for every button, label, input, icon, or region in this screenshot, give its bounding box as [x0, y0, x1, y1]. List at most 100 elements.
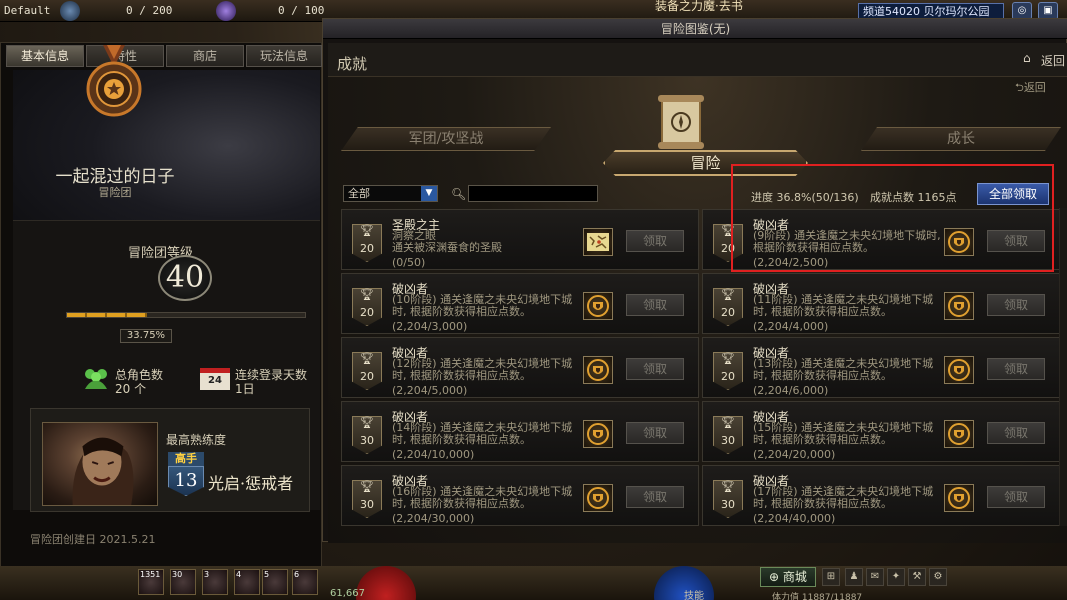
- achievement-progress: (2,204/5,000): [392, 384, 468, 397]
- achievement-card[interactable]: 🏆︎ 30 破凶者 (17阶段) 通关逢魔之未央幻境地下城时, 根据阶数获得相应点数。…: [702, 465, 1060, 526]
- status-readout: 体力值 11887/11887: [772, 593, 863, 600]
- tab-gameplay-info[interactable]: 玩法信息: [246, 45, 322, 67]
- shield-icon[interactable]: [944, 484, 974, 512]
- player-label: Default: [4, 4, 51, 17]
- quick-slot-count: 1351: [140, 570, 161, 579]
- quick-slot-count: 5: [264, 570, 270, 579]
- achievement-level: 20: [360, 306, 374, 319]
- search-input[interactable]: [468, 185, 598, 202]
- mail-icon[interactable]: ✉: [866, 568, 884, 586]
- achievement-level: 20: [721, 370, 735, 383]
- claim-button[interactable]: 领取: [987, 422, 1045, 444]
- claim-button[interactable]: 领取: [626, 294, 684, 316]
- quick-slot-count: 4: [236, 570, 242, 579]
- claim-button[interactable]: 领取: [987, 486, 1045, 508]
- chevron-down-icon[interactable]: ▼: [421, 186, 437, 201]
- rank-badge: 高手: [168, 452, 204, 466]
- map-icon[interactable]: [583, 228, 613, 256]
- achievement-progress: (2,204/30,000): [392, 512, 475, 525]
- claim-button[interactable]: 领取: [626, 230, 684, 252]
- achievement-progress: (2,204/40,000): [753, 512, 836, 525]
- claim-button[interactable]: 领取: [626, 486, 684, 508]
- character-portrait: [42, 422, 158, 506]
- trophy-icon: 🏆︎: [360, 480, 374, 493]
- achievement-level: 20: [360, 242, 374, 255]
- reward-shield-icon: [587, 487, 609, 509]
- level-value: 40: [158, 255, 212, 301]
- achievement-desc: (16阶段) 通关逢魔之未央幻境地下城时, 根据阶数获得相应点数。: [392, 485, 573, 510]
- stamina-orb-icon: [60, 1, 80, 21]
- skill-button[interactable]: 技能: [684, 587, 704, 600]
- achievement-card[interactable]: 🏆︎ 30 破凶者 (16阶段) 通关逢魔之未央幻境地下城时, 根据阶数获得相应点数。…: [341, 465, 699, 526]
- login-days-value: 1日: [235, 382, 255, 396]
- achievement-level: 30: [721, 434, 735, 447]
- reward-map-icon: [587, 233, 609, 251]
- quick-slot-count: 30: [172, 570, 183, 579]
- achievement-card[interactable]: 🏆︎ 20 破凶者 (12阶段) 通关逢魔之未央幻境地下城时, 根据阶数获得相应点数。…: [341, 337, 699, 398]
- highlight-box: [731, 164, 1054, 272]
- guild-type: 冒险团: [98, 186, 132, 199]
- back-button-top[interactable]: 返回: [1041, 52, 1065, 69]
- settings-icon[interactable]: ⚙: [929, 568, 947, 586]
- grid-menu-icon[interactable]: ⊞: [822, 568, 840, 586]
- tab-shop[interactable]: 商店: [166, 45, 244, 67]
- achievement-progress: (2,204/3,000): [392, 320, 468, 333]
- shop-button-label: 商城: [782, 570, 807, 584]
- tools-icon[interactable]: ⚒: [908, 568, 926, 586]
- achievement-desc: (15阶段) 通关逢魔之未央幻境地下城时, 根据阶数获得相应点数。: [753, 421, 934, 446]
- quick-slot-count: 3: [204, 570, 210, 579]
- achievement-card[interactable]: 🏆︎ 30 破凶者 (14阶段) 通关逢魔之未央幻境地下城时, 根据阶数获得相应点数。…: [341, 401, 699, 462]
- achievement-progress: (2,204/4,000): [753, 320, 829, 333]
- tab-legion-raid[interactable]: 军团/攻坚战: [341, 127, 551, 151]
- xp-bar-fill: [67, 313, 148, 317]
- achievement-card[interactable]: 🏆︎ 20 破凶者 (11阶段) 通关逢魔之未央幻境地下城时, 根据阶数获得相应点数。…: [702, 273, 1060, 334]
- quick-slot-count: 6: [294, 570, 300, 579]
- mana-orb-icon: [216, 1, 236, 21]
- hud-stat-2: 0 / 100: [278, 4, 325, 17]
- achievement-desc: (12阶段) 通关逢魔之未央幻境地下城时, 根据阶数获得相应点数。: [392, 357, 573, 382]
- achievement-progress: (0/50): [392, 256, 426, 269]
- game-screen: { "hud": { "player_label": "Default", "s…: [0, 0, 1067, 600]
- reward-shield-icon: [587, 359, 609, 381]
- trophy-icon: 🏆︎: [360, 416, 374, 429]
- shield-icon[interactable]: [944, 292, 974, 320]
- window-title[interactable]: 冒险图鉴(无): [323, 19, 1067, 39]
- medal-icon: [86, 45, 142, 117]
- home-icon[interactable]: ⌂: [1023, 51, 1031, 65]
- achievement-card[interactable]: 🏆︎ 30 破凶者 (15阶段) 通关逢魔之未央幻境地下城时, 根据阶数获得相应点数。…: [702, 401, 1060, 462]
- shield-icon[interactable]: [944, 420, 974, 448]
- shield-icon[interactable]: [583, 484, 613, 512]
- claim-button[interactable]: 领取: [626, 358, 684, 380]
- trophy-icon: 🏆︎: [360, 288, 374, 301]
- tab-basic-info[interactable]: 基本信息: [6, 45, 84, 67]
- shield-icon[interactable]: [583, 292, 613, 320]
- achievement-card[interactable]: 🏆︎ 20 破凶者 (10阶段) 通关逢魔之未央幻境地下城时, 根据阶数获得相应点数。…: [341, 273, 699, 334]
- characters-value: 20 个: [115, 382, 147, 396]
- claim-button[interactable]: 领取: [987, 358, 1045, 380]
- shield-icon[interactable]: [583, 356, 613, 384]
- character-menu-icon[interactable]: ♟: [845, 568, 863, 586]
- back-button-label: 返回: [1023, 81, 1046, 94]
- claim-button[interactable]: 领取: [626, 422, 684, 444]
- back-button[interactable]: ⮌返回: [1015, 79, 1046, 98]
- achievement-card[interactable]: 🏆︎ 20 圣殿之主 洞察之眼 通关被深渊蚕食的圣殿 (0/50) 领取: [341, 209, 699, 270]
- achievement-progress: (2,204/6,000): [753, 384, 829, 397]
- scroll-emblem-icon: [658, 95, 704, 149]
- guild-created-date: 冒险团创建日 2021.5.21: [30, 533, 156, 546]
- achievement-level: 30: [360, 498, 374, 511]
- tab-growth[interactable]: 成长: [861, 127, 1061, 151]
- achievement-desc: (14阶段) 通关逢魔之未央幻境地下城时, 根据阶数获得相应点数。: [392, 421, 573, 446]
- shield-icon[interactable]: [583, 420, 613, 448]
- achievement-desc: (17阶段) 通关逢魔之未央幻境地下城时, 根据阶数获得相应点数。: [753, 485, 934, 510]
- trophy-icon: 🏆︎: [721, 352, 735, 365]
- guild-icon[interactable]: ✦: [887, 568, 905, 586]
- trophy-icon: 🏆︎: [360, 224, 374, 237]
- shop-button[interactable]: ⊕ 商城: [760, 567, 816, 587]
- reward-shield-icon: [948, 295, 970, 317]
- shield-icon[interactable]: [944, 356, 974, 384]
- achievement-card[interactable]: 🏆︎ 20 破凶者 (13阶段) 通关逢魔之未央幻境地下城时, 根据阶数获得相应点数。…: [702, 337, 1060, 398]
- list-scrollbar[interactable]: [1059, 208, 1067, 526]
- achievement-level: 30: [721, 498, 735, 511]
- claim-button[interactable]: 领取: [987, 294, 1045, 316]
- calendar-icon: 24: [200, 368, 230, 390]
